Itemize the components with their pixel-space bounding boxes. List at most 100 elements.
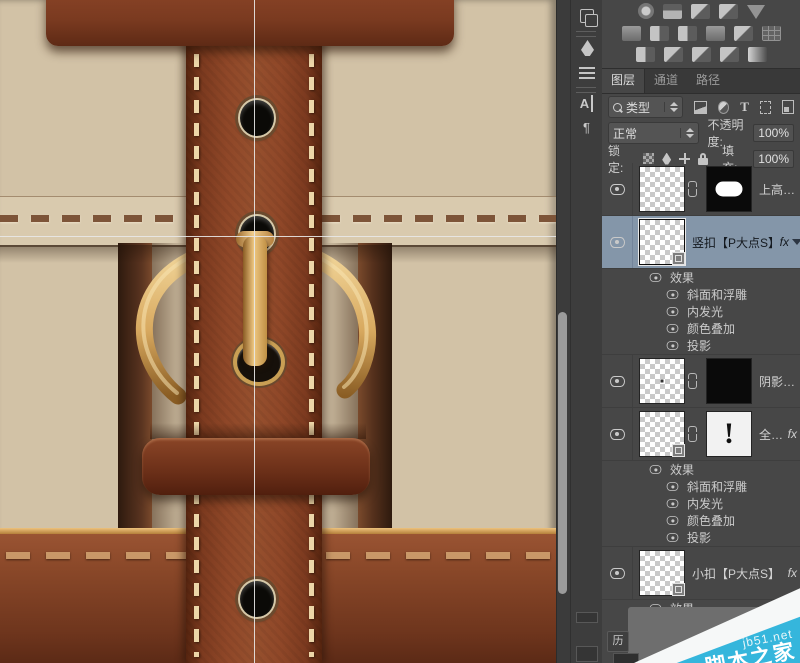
eye-icon[interactable] [666,341,679,350]
filter-kind-dropdown[interactable]: 类型 [608,96,683,118]
gradient-map-icon[interactable] [719,47,739,62]
eye-icon[interactable] [666,324,679,333]
effect-label: 颜色叠加 [687,514,736,528]
adjustment-layer-filter-icon[interactable] [718,100,730,114]
tab-channels[interactable]: 通道 [645,69,687,93]
exposure-icon[interactable] [718,4,738,19]
visibility-toggle[interactable] [602,355,633,407]
effect-item[interactable]: 投影 [602,529,800,547]
brightness-contrast-icon[interactable] [637,3,654,19]
eye-icon[interactable] [666,516,679,525]
layer-name[interactable]: 小扣【P大点S】 [692,565,784,582]
layer-row[interactable]: 阴影… [602,355,800,408]
effect-item[interactable]: 内发光 [602,495,800,512]
visibility-toggle[interactable] [602,547,633,599]
effects-header[interactable]: 效果 [602,461,800,478]
dropdown-arrows-icon [663,102,678,112]
invert-icon[interactable] [635,47,655,62]
layer-mask-thumbnail[interactable] [706,166,752,212]
color-balance-icon[interactable] [649,26,669,41]
mask-link[interactable] [685,373,700,389]
layer-row-selected[interactable]: 竖扣【P大点S】 fx [602,216,800,269]
layer-row[interactable]: 小扣【P大点S】 fx [602,547,800,600]
layer-row[interactable]: ! 全… fx [602,408,800,461]
history-panel-icon[interactable]: 历 [607,631,629,652]
effect-item[interactable]: 颜色叠加 [602,320,800,337]
mask-link[interactable] [685,181,700,197]
layer-mask-thumbnail[interactable] [706,358,752,404]
paragraph-panel-icon[interactable]: ¶ [578,119,595,136]
layer-mask-thumbnail[interactable]: ! [706,411,752,457]
smart-object-badge-icon [672,583,685,596]
eye-icon[interactable] [649,273,662,282]
search-icon [613,102,622,112]
layer-name[interactable]: 竖扣【P大点S】 [692,234,776,251]
character-panel-icon[interactable]: A [578,95,593,112]
curves-icon[interactable] [690,4,710,19]
tab-layers[interactable]: 图层 [602,69,646,93]
eye-icon[interactable] [666,482,679,491]
layer-name[interactable]: 阴影… [759,373,800,390]
vibrance-icon[interactable] [746,5,765,19]
document-canvas[interactable] [0,0,556,663]
effect-item[interactable]: 内发光 [602,303,800,320]
eye-icon[interactable] [666,533,679,542]
effect-item[interactable]: 投影 [602,337,800,355]
threshold-icon[interactable] [691,47,711,62]
layer-thumbnail[interactable] [639,166,685,212]
strap-hole-3 [238,579,276,619]
photoshop-window: A ¶ 图层 通道 路径 类型 T 正常 不透明度: 100% 锁定: 填 10… [0,0,800,663]
effect-label: 投影 [687,531,712,545]
effect-item[interactable]: 斜面和浮雕 [602,286,800,303]
pixel-layer-filter-icon[interactable] [693,100,708,114]
color-lookup-icon[interactable] [761,26,781,41]
collapse-effects-icon[interactable] [792,239,800,245]
brush-presets-panel-icon[interactable] [579,67,595,80]
strap-stitch-left [194,54,199,657]
chain-link-icon [687,426,698,442]
vertical-scrollbar-thumb[interactable] [558,312,567,594]
dock-panel-stub[interactable] [576,612,598,623]
layer-filter-bar: 类型 T [602,94,800,120]
visibility-toggle[interactable] [602,216,633,268]
smart-object-filter-icon[interactable] [782,100,794,114]
photo-filter-icon[interactable] [705,26,725,41]
levels-icon[interactable] [662,4,682,19]
layer-row[interactable]: 上高… [602,163,800,216]
shape-layer-filter-icon[interactable] [759,100,772,114]
clone-source-panel-icon[interactable] [580,9,598,27]
eye-icon[interactable] [666,499,679,508]
smart-object-badge-icon [672,444,685,457]
layer-thumbnail[interactable] [639,358,685,404]
eye-icon[interactable] [649,465,662,474]
posterize-icon[interactable] [663,47,683,62]
visibility-toggle[interactable] [602,408,633,460]
dock-grip[interactable] [576,87,596,93]
eye-icon[interactable] [666,307,679,316]
type-layer-filter-icon[interactable]: T [740,99,749,115]
layer-name[interactable]: 上高… [759,181,800,198]
effect-item[interactable]: 斜面和浮雕 [602,478,800,495]
opacity-value[interactable]: 100% [753,124,794,142]
eye-icon[interactable] [666,290,679,299]
black-white-icon[interactable] [677,26,697,41]
dock-panel-stub[interactable] [576,646,598,662]
fx-badge[interactable]: fx [788,427,797,441]
mask-link[interactable] [685,426,700,442]
filter-kind-label: 类型 [626,100,651,115]
horizontal-guide [0,236,556,237]
layer-thumbnail[interactable] [639,219,685,265]
effects-header[interactable]: 效果 [602,269,800,286]
fx-badge[interactable]: fx [780,235,789,249]
selective-color-icon[interactable] [747,47,767,62]
dock-grip[interactable] [576,31,596,37]
hue-saturation-icon[interactable] [621,26,641,41]
visibility-toggle[interactable] [602,163,633,215]
layer-thumbnail[interactable] [639,411,685,457]
effect-item[interactable]: 颜色叠加 [602,512,800,529]
tab-paths[interactable]: 路径 [687,69,729,93]
layer-thumbnail[interactable] [639,550,685,596]
fx-badge[interactable]: fx [788,566,797,580]
layer-name[interactable]: 全… [759,426,784,443]
channel-mixer-icon[interactable] [733,26,753,41]
